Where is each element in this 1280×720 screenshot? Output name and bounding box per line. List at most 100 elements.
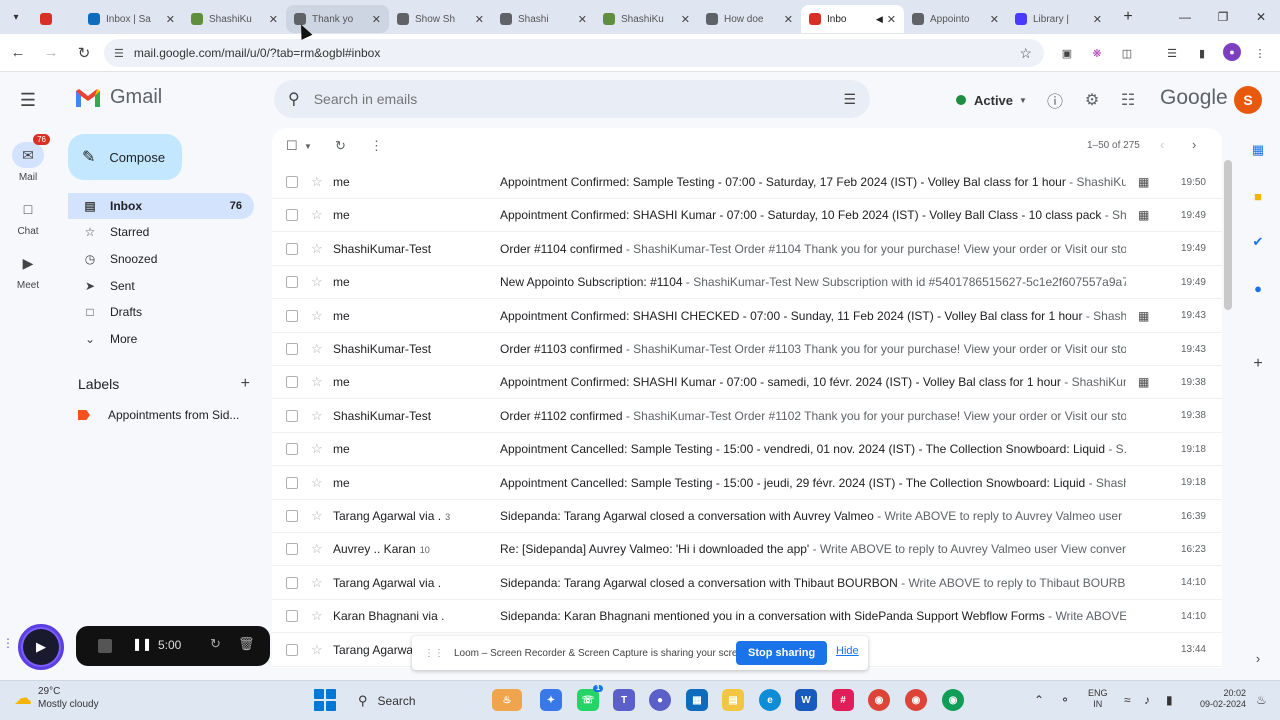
browser-tab[interactable]: Show Sh ✕ [389,5,492,33]
extension-icon[interactable]: ▣ [1057,43,1077,63]
slack-icon[interactable]: # [832,689,854,711]
browser-tab[interactable]: ShashiKu ✕ [595,5,698,33]
edge-icon[interactable]: e [759,689,781,711]
email-row[interactable]: ☆ me Appointment Confirmed: SHASHI CHECKED… [272,299,1222,333]
google-wordmark[interactable]: Google [1160,86,1228,110]
search-input[interactable] [313,91,794,107]
row-checkbox[interactable] [286,242,298,255]
keep-addon-icon[interactable]: ■ [1248,186,1268,206]
email-row[interactable]: ☆ Tarang Agarwal via . 3 Sidepanda: Tarang … [272,500,1222,533]
new-tab-button[interactable]: + [1114,3,1142,31]
email-row[interactable]: ☆ Tarang Agarwal via . Sidepanda: Tarang A… [272,566,1222,600]
close-tab-icon[interactable]: ✕ [372,13,381,26]
loom-stop-icon[interactable] [98,639,112,653]
whatsapp-icon[interactable]: ☏ 1 [577,685,603,711]
calendar-addon-icon[interactable]: ▦ [1248,140,1268,160]
email-row[interactable]: ☆ me New Appointo Subscription: #1104 - Sh… [272,266,1222,300]
show-side-panel-chevron-icon[interactable]: › [1248,648,1268,668]
sidebar-item-sent[interactable]: ➤ Sent [68,273,254,299]
calendar-event-icon[interactable]: ▦ [1138,309,1149,323]
email-row[interactable]: ☆ ShashiKumar-Test Order #1103 confirmed -… [272,333,1222,366]
word-icon[interactable]: W [795,689,817,711]
close-window-icon[interactable]: ✕ [1242,0,1280,34]
sidebar-item-more[interactable]: ⌄ More [68,326,254,352]
select-menu-chevron-icon[interactable]: ▼ [304,142,312,151]
reading-list-icon[interactable]: ☰ [1162,43,1182,63]
star-icon[interactable]: ☆ [311,642,323,658]
email-row[interactable]: ☆ ShashiKumar-Test Order #1102 confirmed -… [272,399,1222,433]
star-icon[interactable]: ☆ [311,374,323,390]
star-icon[interactable]: ☆ [311,207,323,223]
email-row[interactable]: ☆ me Appointment Cancelled: Sample Testing… [272,466,1222,500]
taskbar-search[interactable]: ⚲ Search [346,687,476,715]
loom-restart-icon[interactable]: ↻ [210,636,221,652]
row-checkbox[interactable] [286,276,298,289]
row-checkbox[interactable] [286,610,298,623]
star-icon[interactable]: ☆ [311,341,323,357]
microphone-icon[interactable]: ⚬ [1060,693,1070,707]
hide-banner-link[interactable]: Hide [836,645,859,657]
close-tab-icon[interactable]: ✕ [681,13,690,26]
status-selector[interactable]: Active ▼ [944,85,1039,115]
volume-icon[interactable]: ♪ [1144,693,1150,707]
email-row[interactable]: ☆ Karan Bhagnani via . Sidepanda: Karan Bh… [272,600,1222,634]
more-actions-icon[interactable]: ⋮ [370,138,383,154]
gmail-logo[interactable]: Gmail [74,86,162,109]
row-checkbox[interactable] [286,176,298,188]
mail-search-bar[interactable]: ⚲ ☰ [274,80,870,118]
store-icon[interactable]: ▦ [686,689,708,711]
browser-tab[interactable] [32,5,80,33]
close-tab-icon[interactable]: ✕ [1093,13,1102,26]
sidebar-item-inbox[interactable]: ▤ Inbox 76 [68,193,254,219]
previous-page-icon[interactable]: ‹ [1160,137,1164,152]
url-bar[interactable]: ☰ mail.google.com/mail/u/0/?tab=rm&ogbl#… [104,39,1044,67]
copilot-icon[interactable]: ✦ [540,689,562,711]
tray-overflow-chevron-icon[interactable]: ⌃ [1034,693,1044,707]
apps-grid-icon[interactable]: ☷ [1116,88,1140,112]
next-page-icon[interactable]: › [1192,137,1196,152]
row-checkbox[interactable] [286,576,298,589]
settings-gear-icon[interactable]: ⚙ [1080,88,1104,112]
row-checkbox[interactable] [286,376,298,389]
account-avatar[interactable]: S [1234,86,1262,114]
add-label-icon[interactable]: + [241,375,250,393]
add-addon-icon[interactable]: + [1248,354,1268,374]
row-checkbox[interactable] [286,209,298,222]
windows-start-icon[interactable] [314,689,336,711]
star-icon[interactable]: ☆ [311,274,323,290]
taskbar-clock[interactable]: 20:02 09-02-2024 [1196,688,1246,710]
browser-tab[interactable]: How doe ✕ [698,5,801,33]
browser-tab[interactable]: Library | ✕ [1007,5,1110,33]
minimize-icon[interactable]: — [1166,0,1204,34]
email-row[interactable]: ☆ me Appointment Confirmed: Sample Testing… [272,166,1222,199]
refresh-icon[interactable]: ↻ [335,138,346,154]
browser-tab[interactable]: Inbo ◀ ✕ [801,5,904,33]
site-info-icon[interactable]: ☰ [114,47,124,60]
star-icon[interactable]: ☆ [311,575,323,591]
battery-icon[interactable]: ▮ [1166,693,1173,707]
close-tab-icon[interactable]: ✕ [475,13,484,26]
email-row[interactable]: ☆ me Appointment Cancelled: Sample Testing… [272,433,1222,467]
tab-audio-icon[interactable]: ◀ [876,14,883,25]
sidebar-label-appointments[interactable]: Appointments from Sid... [78,408,258,422]
row-checkbox[interactable] [286,643,298,656]
browser-tab[interactable]: Inbox | Sa ✕ [80,5,183,33]
row-checkbox[interactable] [286,309,298,322]
browser-tab[interactable]: Appointo ✕ [904,5,1007,33]
row-checkbox[interactable] [286,543,298,556]
main-menu-icon[interactable]: ☰ [16,88,40,112]
browser-tab[interactable]: ShashiKu ✕ [183,5,286,33]
star-icon[interactable]: ☆ [311,475,323,491]
sidebar-item-snoozed[interactable]: ◷ Snoozed [68,246,254,272]
sidebar-item-starred[interactable]: ☆ Starred [68,219,254,245]
tab-search-icon[interactable]: ▾ [0,0,32,34]
tasks-addon-icon[interactable]: ✔ [1248,232,1268,252]
star-icon[interactable]: ☆ [311,508,323,524]
extension-puzzle-color-icon[interactable]: ❋ [1087,43,1107,63]
wifi-icon[interactable]: ≈ [1124,693,1131,707]
close-tab-icon[interactable]: ✕ [166,13,175,26]
star-icon[interactable]: ☆ [311,308,323,324]
calendar-event-icon[interactable]: ▦ [1138,208,1149,222]
star-icon[interactable]: ☆ [311,408,323,424]
chrome-icon[interactable]: ◉ [868,689,890,711]
